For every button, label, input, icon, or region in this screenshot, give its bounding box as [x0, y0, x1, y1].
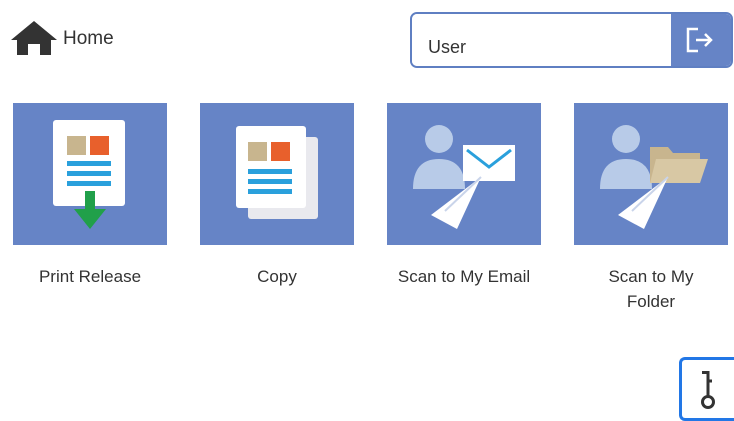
tile-copy-image [200, 103, 354, 245]
tile-copy[interactable]: Copy [200, 103, 354, 289]
tile-copy-label: Copy [257, 267, 297, 286]
scan-email-icon [413, 125, 515, 229]
home-icon [11, 21, 57, 55]
tile-print-release[interactable]: Print Release [13, 103, 167, 289]
tile-scan-to-my-folder[interactable]: Scan to My Folder [574, 103, 728, 314]
copy-icon [236, 126, 318, 219]
user-field[interactable]: User [412, 14, 671, 66]
user-value: User [428, 36, 467, 57]
key-icon [701, 371, 715, 409]
key-button[interactable] [679, 357, 734, 421]
home-button[interactable]: Home [9, 20, 114, 56]
tile-scan-to-my-folder-label: Scan to My Folder [608, 267, 694, 311]
tile-scan-to-my-email-label: Scan to My Email [397, 267, 531, 286]
tile-scan-to-my-email-image [387, 103, 541, 245]
logout-icon [686, 27, 713, 53]
tile-scan-to-my-folder-image [574, 103, 728, 245]
scan-folder-icon [600, 125, 708, 229]
home-label: Home [63, 27, 114, 49]
tile-print-release-image [13, 103, 167, 245]
print-release-icon [53, 120, 125, 229]
logout-button[interactable] [671, 14, 731, 66]
tile-scan-to-my-email[interactable]: Scan to My Email [387, 103, 541, 289]
tile-print-release-label: Print Release [38, 267, 142, 286]
user-box: User [410, 12, 733, 68]
